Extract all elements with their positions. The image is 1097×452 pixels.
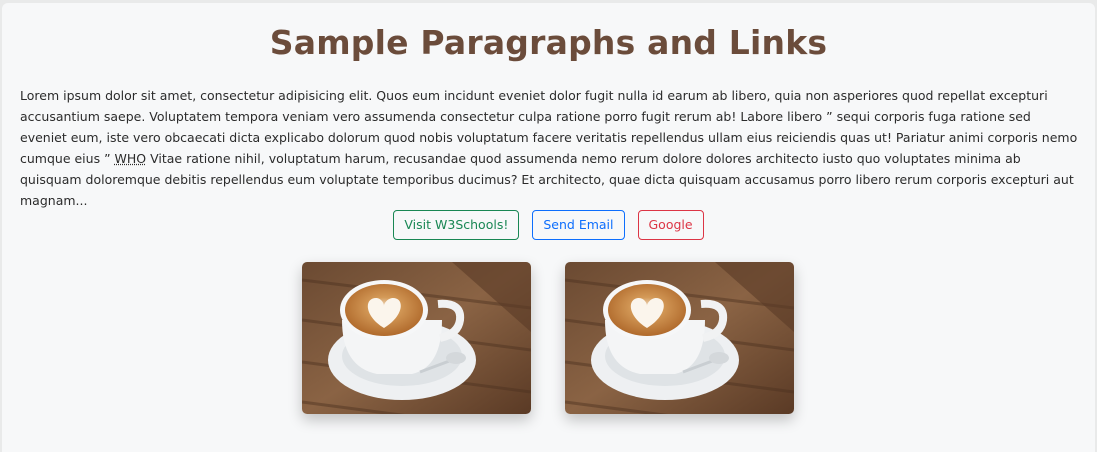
link-buttons: Visit W3Schools! Send Email Google — [2, 210, 1095, 240]
sample-paragraph: Lorem ipsum dolor sit amet, consectetur … — [20, 85, 1080, 211]
coffee-image-1 — [302, 262, 531, 414]
who-abbreviation[interactable]: WHO — [115, 151, 147, 166]
paragraph-text-end: Vitae ratione nihil, voluptatum harum, r… — [20, 151, 1074, 208]
content-card: Sample Paragraphs and Links Lorem ipsum … — [2, 3, 1095, 452]
coffee-image-2 — [565, 262, 794, 414]
coffee-latte-art-photo — [565, 262, 794, 414]
send-email-button[interactable]: Send Email — [532, 210, 625, 240]
visit-w3schools-button[interactable]: Visit W3Schools! — [393, 210, 520, 240]
page-title: Sample Paragraphs and Links — [269, 23, 828, 62]
coffee-latte-art-photo — [302, 262, 531, 414]
google-button[interactable]: Google — [637, 210, 704, 240]
